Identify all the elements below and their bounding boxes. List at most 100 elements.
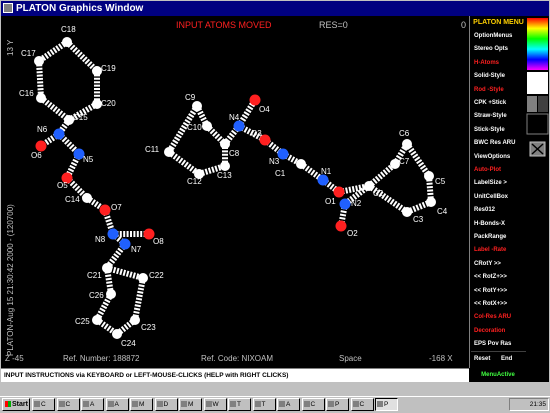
app-icon bbox=[181, 401, 187, 407]
atom-c13[interactable] bbox=[220, 161, 230, 171]
title-bar[interactable]: PLATON Graphics Window bbox=[1, 1, 549, 16]
start-button[interactable]: Start bbox=[2, 398, 30, 411]
atom-label: C24 bbox=[121, 339, 136, 348]
atom-c11[interactable] bbox=[164, 147, 174, 157]
taskbar: Start CCAAMDMWTTACPCP 21:35 bbox=[0, 396, 550, 413]
bond bbox=[36, 60, 44, 99]
atom-label: C18 bbox=[61, 25, 76, 34]
atom-c10[interactable] bbox=[202, 121, 212, 131]
graphics-canvas[interactable]: INPUT ATOMS MOVED RES=0 0 13 Y PLATON-Au… bbox=[1, 16, 469, 368]
app-icon bbox=[34, 401, 40, 407]
taskbar-button[interactable]: A bbox=[277, 398, 300, 411]
atom-c4[interactable] bbox=[426, 197, 436, 207]
atom-label: C5 bbox=[435, 177, 446, 186]
z-readout: Z -45 bbox=[5, 354, 24, 363]
taskbar-button[interactable]: C bbox=[350, 398, 374, 411]
atom-c23[interactable] bbox=[130, 315, 140, 325]
app-icon bbox=[3, 3, 13, 13]
atom-label: C9 bbox=[185, 93, 196, 102]
bond bbox=[64, 39, 100, 74]
menu-item[interactable]: EPS Pov Ras bbox=[471, 337, 526, 353]
white-swatch[interactable] bbox=[527, 72, 548, 94]
atom-label: N4 bbox=[229, 113, 240, 122]
atom-n6[interactable] bbox=[53, 128, 65, 140]
x-readout: -168 X bbox=[429, 354, 453, 363]
atom-label: C2 bbox=[373, 189, 384, 198]
atom-o7[interactable] bbox=[99, 204, 111, 216]
atom-c8[interactable] bbox=[220, 139, 230, 149]
atom-label: C25 bbox=[75, 317, 90, 326]
atom-label: C15 bbox=[73, 113, 88, 122]
atom-label: O2 bbox=[347, 229, 358, 238]
atom-n2[interactable] bbox=[339, 198, 351, 210]
taskbar-button[interactable]: C bbox=[56, 398, 80, 411]
taskbar-button[interactable]: A bbox=[105, 398, 129, 411]
atom-o2[interactable] bbox=[335, 220, 347, 232]
atom-c1[interactable] bbox=[296, 159, 306, 169]
atom-c16[interactable] bbox=[36, 93, 46, 103]
atom-c3[interactable] bbox=[402, 207, 412, 217]
bond bbox=[167, 149, 201, 177]
system-tray[interactable]: 21:35 bbox=[509, 398, 549, 411]
color-spectrum[interactable] bbox=[527, 18, 548, 70]
taskbar-button[interactable]: T bbox=[228, 398, 251, 411]
windows-flag-icon bbox=[5, 401, 11, 407]
taskbar-button[interactable]: D bbox=[154, 398, 178, 411]
atom-label: C11 bbox=[145, 145, 160, 154]
atom-c22[interactable] bbox=[138, 273, 148, 283]
atom-n7[interactable] bbox=[119, 238, 131, 250]
taskbar-button[interactable]: W bbox=[203, 398, 227, 411]
atom-label: N1 bbox=[321, 167, 332, 176]
app-icon bbox=[83, 401, 89, 407]
res-label: RES=0 bbox=[319, 20, 348, 30]
atom-label: C4 bbox=[437, 207, 448, 216]
app-icon bbox=[132, 401, 138, 407]
taskbar-button[interactable]: T bbox=[252, 398, 276, 411]
atom-label: N7 bbox=[131, 245, 142, 254]
atom-n1[interactable] bbox=[317, 174, 329, 186]
atom-o6[interactable] bbox=[35, 140, 47, 152]
atom-n8[interactable] bbox=[107, 228, 119, 240]
atom-c14[interactable] bbox=[82, 193, 92, 203]
taskbar-button[interactable]: C bbox=[301, 398, 325, 411]
taskbar-button[interactable]: P bbox=[326, 398, 349, 411]
taskbar-button[interactable]: M bbox=[130, 398, 153, 411]
left-vertical-caption: PLATON-Aug 15 21:30:42 2000 - (120700) bbox=[6, 204, 15, 356]
app-icon bbox=[107, 401, 114, 407]
taskbar-button[interactable]: M bbox=[179, 398, 202, 411]
app-icon bbox=[205, 401, 212, 407]
atom-label: C14 bbox=[65, 195, 80, 204]
atom-label: O1 bbox=[325, 197, 336, 206]
taskbar-button[interactable]: A bbox=[81, 398, 104, 411]
atom-c24[interactable] bbox=[112, 329, 122, 339]
atom-c9[interactable] bbox=[192, 101, 202, 111]
atom-label: O8 bbox=[153, 237, 164, 246]
atom-o1[interactable] bbox=[333, 186, 345, 198]
molecule-view[interactable]: INPUT ATOMS MOVED RES=0 0 13 Y PLATON-Au… bbox=[1, 16, 469, 368]
ref-number: Ref. Number: 188872 bbox=[63, 354, 140, 363]
atom-label: C12 bbox=[187, 177, 202, 186]
atom-label: C23 bbox=[141, 323, 156, 332]
status-bar: INPUT INSTRUCTIONS via KEYBOARD or LEFT-… bbox=[1, 368, 527, 382]
taskbar-button[interactable]: C bbox=[32, 398, 55, 411]
atom-label: C10 bbox=[187, 123, 202, 132]
atom-c6[interactable] bbox=[402, 139, 412, 149]
atom-n4[interactable] bbox=[233, 120, 245, 132]
app-icon bbox=[254, 401, 261, 407]
atom-label: C21 bbox=[87, 271, 102, 280]
color-palette[interactable] bbox=[526, 16, 549, 368]
atom-label: C8 bbox=[229, 149, 240, 158]
atom-label: N6 bbox=[37, 125, 48, 134]
clock: 21:35 bbox=[529, 401, 546, 408]
atom-label: C13 bbox=[217, 171, 232, 180]
atom-c21[interactable] bbox=[102, 263, 112, 273]
atom-c26[interactable] bbox=[106, 289, 116, 299]
atom-c25[interactable] bbox=[92, 315, 102, 325]
taskbar-button[interactable]: P bbox=[375, 398, 398, 411]
bond bbox=[39, 95, 71, 123]
atom-c5[interactable] bbox=[424, 171, 434, 181]
atom-o4[interactable] bbox=[249, 94, 261, 106]
atom-label: N3 bbox=[269, 157, 280, 166]
atom-c18[interactable] bbox=[62, 37, 72, 47]
top-right-value: 0 bbox=[461, 20, 466, 30]
